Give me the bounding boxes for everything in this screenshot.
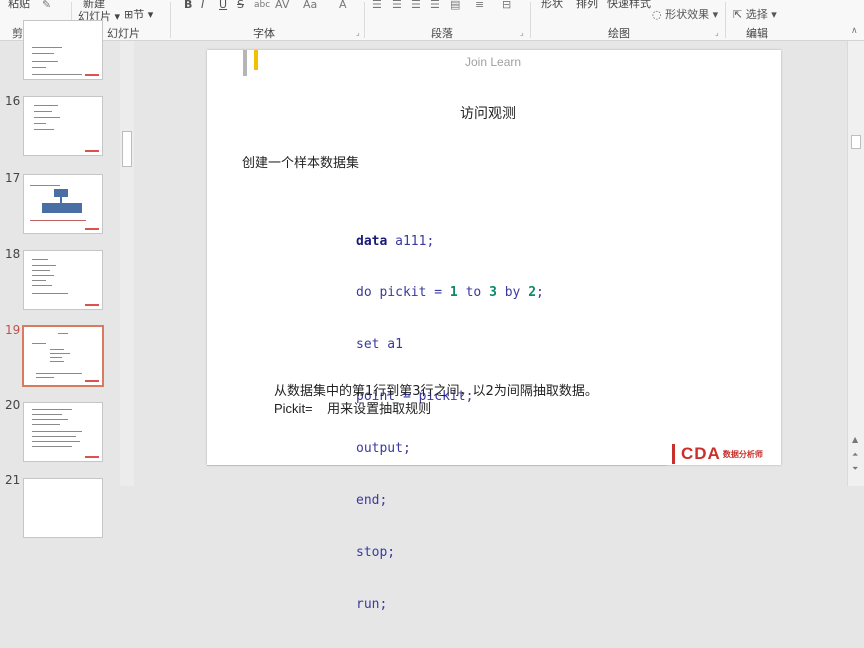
underline-button[interactable]: U	[219, 0, 227, 11]
shape-effects-icon: ◌	[652, 8, 662, 21]
drawing-launcher-icon[interactable]: ⌟	[715, 28, 719, 37]
slide-intro-text[interactable]: 创建一个样本数据集	[242, 152, 359, 171]
separator	[530, 2, 531, 38]
scroll-up-arrow-icon[interactable]: ▲	[852, 435, 858, 444]
slide-explanation-text[interactable]: 从数据集中的第1行到第3行之间，以2为间隔抽取数据。	[274, 380, 598, 399]
slide-thumbnail-15[interactable]	[23, 20, 103, 80]
font-launcher-icon[interactable]: ⌟	[356, 28, 360, 37]
font-color-button[interactable]: A	[339, 0, 347, 11]
separator	[725, 2, 726, 38]
thumbnail-scrollbar[interactable]	[120, 41, 134, 486]
main-vertical-scrollbar[interactable]: ▲ ⏶ ⏷	[847, 41, 864, 486]
align-right-icon[interactable]: ☰	[411, 0, 421, 11]
arrange-button[interactable]: 排列	[576, 0, 598, 11]
section-button[interactable]: ⊞节 ▾	[124, 6, 153, 22]
code-keyword: by	[504, 285, 521, 301]
paste-button[interactable]: 粘贴	[8, 0, 30, 11]
align-center-icon[interactable]: ☰	[392, 0, 402, 11]
slide-thumbnail-18[interactable]	[23, 250, 103, 310]
slide-thumbnail-16[interactable]	[23, 96, 103, 156]
slide-number: 21	[5, 473, 21, 487]
columns-icon[interactable]: ▤	[450, 0, 460, 11]
collapse-ribbon-icon[interactable]: ∧	[851, 26, 858, 36]
char-spacing-button[interactable]: AV	[275, 0, 289, 11]
code-line: set a1	[356, 337, 403, 353]
select-button[interactable]: ⇱ 选择 ▾	[733, 6, 777, 22]
code-line: stop;	[356, 544, 396, 560]
decorative-bar-yellow	[254, 50, 258, 70]
code-keyword: data	[356, 233, 388, 249]
ribbon: 粘贴 ✎ 新建 幻灯片 ▾ ⊞节 ▾ B I U S abc AV Aa A ☰…	[0, 0, 864, 41]
slide-thumbnail-20[interactable]	[23, 402, 103, 462]
code-number: 3	[489, 285, 497, 301]
slide-number: 16	[5, 94, 21, 108]
slide-canvas[interactable]: Join Learn 访问观测 创建一个样本数据集 data a111; do …	[207, 50, 781, 612]
slide-thumbnail-pane: 16 17 18 19 20 21	[0, 20, 136, 538]
code-line: data a111;	[356, 233, 435, 249]
select-label: 选择	[745, 8, 768, 21]
align-left-icon[interactable]: ☰	[372, 0, 382, 11]
text-direction-icon[interactable]: ≡	[475, 0, 484, 11]
code-line: end;	[356, 493, 388, 509]
next-slide-icon[interactable]: ⏷	[852, 464, 858, 474]
shape-effects-label: 形状效果	[665, 8, 710, 21]
group-label-paragraph: 段落	[431, 27, 453, 40]
slide-thumbnail-17[interactable]	[23, 174, 103, 234]
separator	[364, 2, 365, 38]
code-keyword: to	[465, 285, 482, 301]
separator	[170, 2, 171, 38]
code-line: output;	[356, 441, 411, 457]
slide-number: 17	[5, 171, 21, 185]
thumbnail-scrollbar-thumb[interactable]	[122, 131, 132, 167]
shadow-button[interactable]: abc	[254, 0, 270, 10]
group-label-drawing: 绘图	[608, 27, 630, 40]
slide-thumbnail-19-selected[interactable]	[22, 325, 104, 387]
slide-number: 18	[5, 247, 21, 261]
justify-icon[interactable]: ☰	[430, 0, 440, 11]
format-painter-icon[interactable]: ✎	[42, 0, 51, 11]
quick-style-button[interactable]: 快速样式	[607, 0, 651, 11]
group-label-slides: 幻灯片	[107, 27, 140, 40]
code-line: run;	[356, 596, 388, 612]
code-number: 2	[528, 285, 537, 301]
cursor-icon: ⇱	[733, 8, 743, 21]
cda-logo: CDA 数据分析师	[672, 444, 763, 464]
group-label-font: 字体	[253, 27, 275, 40]
slide-number-selected: 19	[5, 323, 21, 337]
brand-header: Join Learn	[465, 55, 522, 69]
code-line: do pickit = 1 to 3 by 2;	[356, 285, 544, 301]
code-block[interactable]: data a111; do pickit = 1 to 3 by 2; set …	[356, 198, 544, 648]
slide-thumbnail-21[interactable]	[23, 478, 103, 538]
align-text-icon[interactable]: ⊟	[502, 0, 511, 11]
slide-title[interactable]: 访问观测	[460, 103, 516, 123]
section-label: 节	[133, 8, 145, 21]
logo-text: CDA	[681, 444, 721, 463]
bold-button[interactable]: B	[184, 0, 192, 11]
paragraph-launcher-icon[interactable]: ⌟	[520, 28, 524, 37]
prev-slide-icon[interactable]: ⏶	[852, 450, 858, 460]
code-number: 1	[449, 285, 458, 301]
group-label-editing: 编辑	[746, 27, 768, 40]
shape-button[interactable]: 形状	[541, 0, 563, 11]
decorative-bar-gray	[243, 50, 247, 76]
slide-pickit-note[interactable]: Pickit= 用来设置抽取规则	[274, 398, 431, 417]
logo-bar	[672, 444, 675, 464]
strikethrough-button[interactable]: S	[237, 0, 244, 11]
slide-number: 20	[5, 398, 21, 412]
logo-subtitle: 数据分析师	[722, 449, 763, 459]
shape-effects-button[interactable]: ◌ 形状效果 ▾	[652, 6, 718, 22]
footer-divider	[207, 465, 667, 466]
change-case-button[interactable]: Aa	[303, 0, 317, 11]
italic-button[interactable]: I	[201, 0, 204, 11]
section-icon: ⊞	[124, 8, 134, 21]
main-scrollbar-thumb[interactable]	[851, 135, 861, 149]
